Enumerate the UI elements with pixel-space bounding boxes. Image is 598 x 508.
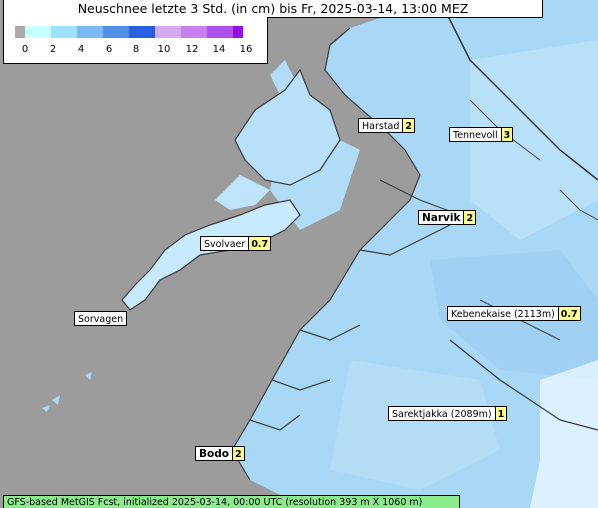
- terrain-map: [0, 0, 598, 508]
- place-label-kebenekaise: Kebenekaise (2113m) 0.7: [447, 306, 581, 321]
- legend-swatch: [51, 26, 77, 38]
- snow-value-badge: 2: [403, 118, 416, 133]
- place-label-bodo: Bodo 2: [195, 446, 245, 461]
- legend-swatch: [181, 26, 207, 38]
- legend-ticks: 0 2 4 6 8 10 12 14 16: [4, 44, 267, 58]
- place-name: Sarektjakka (2089m): [388, 406, 496, 421]
- snowfall-map: Neuschnee letzte 3 Std. (in cm) bis Fr, …: [0, 0, 598, 508]
- legend-swatch: [129, 26, 155, 38]
- legend-color-bar: [15, 26, 243, 38]
- place-label-narvik: Narvik 2: [418, 210, 477, 225]
- snow-value-badge: 2: [232, 446, 245, 461]
- place-name: Svolvaer: [200, 236, 250, 251]
- place-label-svolvaer: Svolvaer 0.7: [200, 236, 272, 251]
- legend-swatch: [77, 26, 103, 38]
- place-label-sorvagen: Sorvagen: [74, 311, 128, 326]
- map-title: Neuschnee letzte 3 Std. (in cm) bis Fr, …: [3, 0, 543, 18]
- legend-swatch: [103, 26, 129, 38]
- legend-tick: 4: [77, 44, 85, 55]
- legend-tick: 10: [157, 44, 171, 55]
- legend-swatch: [155, 26, 181, 38]
- place-label-sarektjakka: Sarektjakka (2089m) 1: [388, 406, 508, 421]
- legend-swatch: [207, 26, 233, 38]
- legend-swatch: [25, 26, 51, 38]
- place-label-harstad: Harstad 2: [358, 118, 416, 133]
- legend-tick: 12: [185, 44, 199, 55]
- snow-value-badge: 3: [501, 127, 514, 142]
- place-name: Tennevoll: [449, 127, 502, 142]
- place-name: Bodo: [195, 446, 233, 461]
- place-name: Sorvagen: [74, 311, 128, 326]
- snow-value-badge: 1: [495, 406, 508, 421]
- snow-value-badge: 0.7: [249, 236, 272, 251]
- legend-tick: 8: [132, 44, 140, 55]
- legend-swatch: [233, 26, 243, 38]
- snow-value-badge: 0.7: [558, 306, 581, 321]
- legend-tick: 16: [239, 44, 253, 55]
- place-name: Harstad: [358, 118, 404, 133]
- place-name: Narvik: [418, 210, 465, 225]
- legend-tick: 6: [105, 44, 113, 55]
- place-label-tennevoll: Tennevoll 3: [449, 127, 514, 142]
- legend-tick: 14: [212, 44, 226, 55]
- legend-swatch: [15, 26, 25, 38]
- color-legend: 0 2 4 6 8 10 12 14 16: [3, 17, 268, 64]
- legend-tick: 2: [49, 44, 57, 55]
- snow-value-badge: 2: [464, 210, 477, 225]
- forecast-info-footer: GFS-based MetGIS Fcst, initialized 2025-…: [3, 495, 460, 508]
- legend-tick: 0: [21, 44, 29, 55]
- place-name: Kebenekaise (2113m): [447, 306, 559, 321]
